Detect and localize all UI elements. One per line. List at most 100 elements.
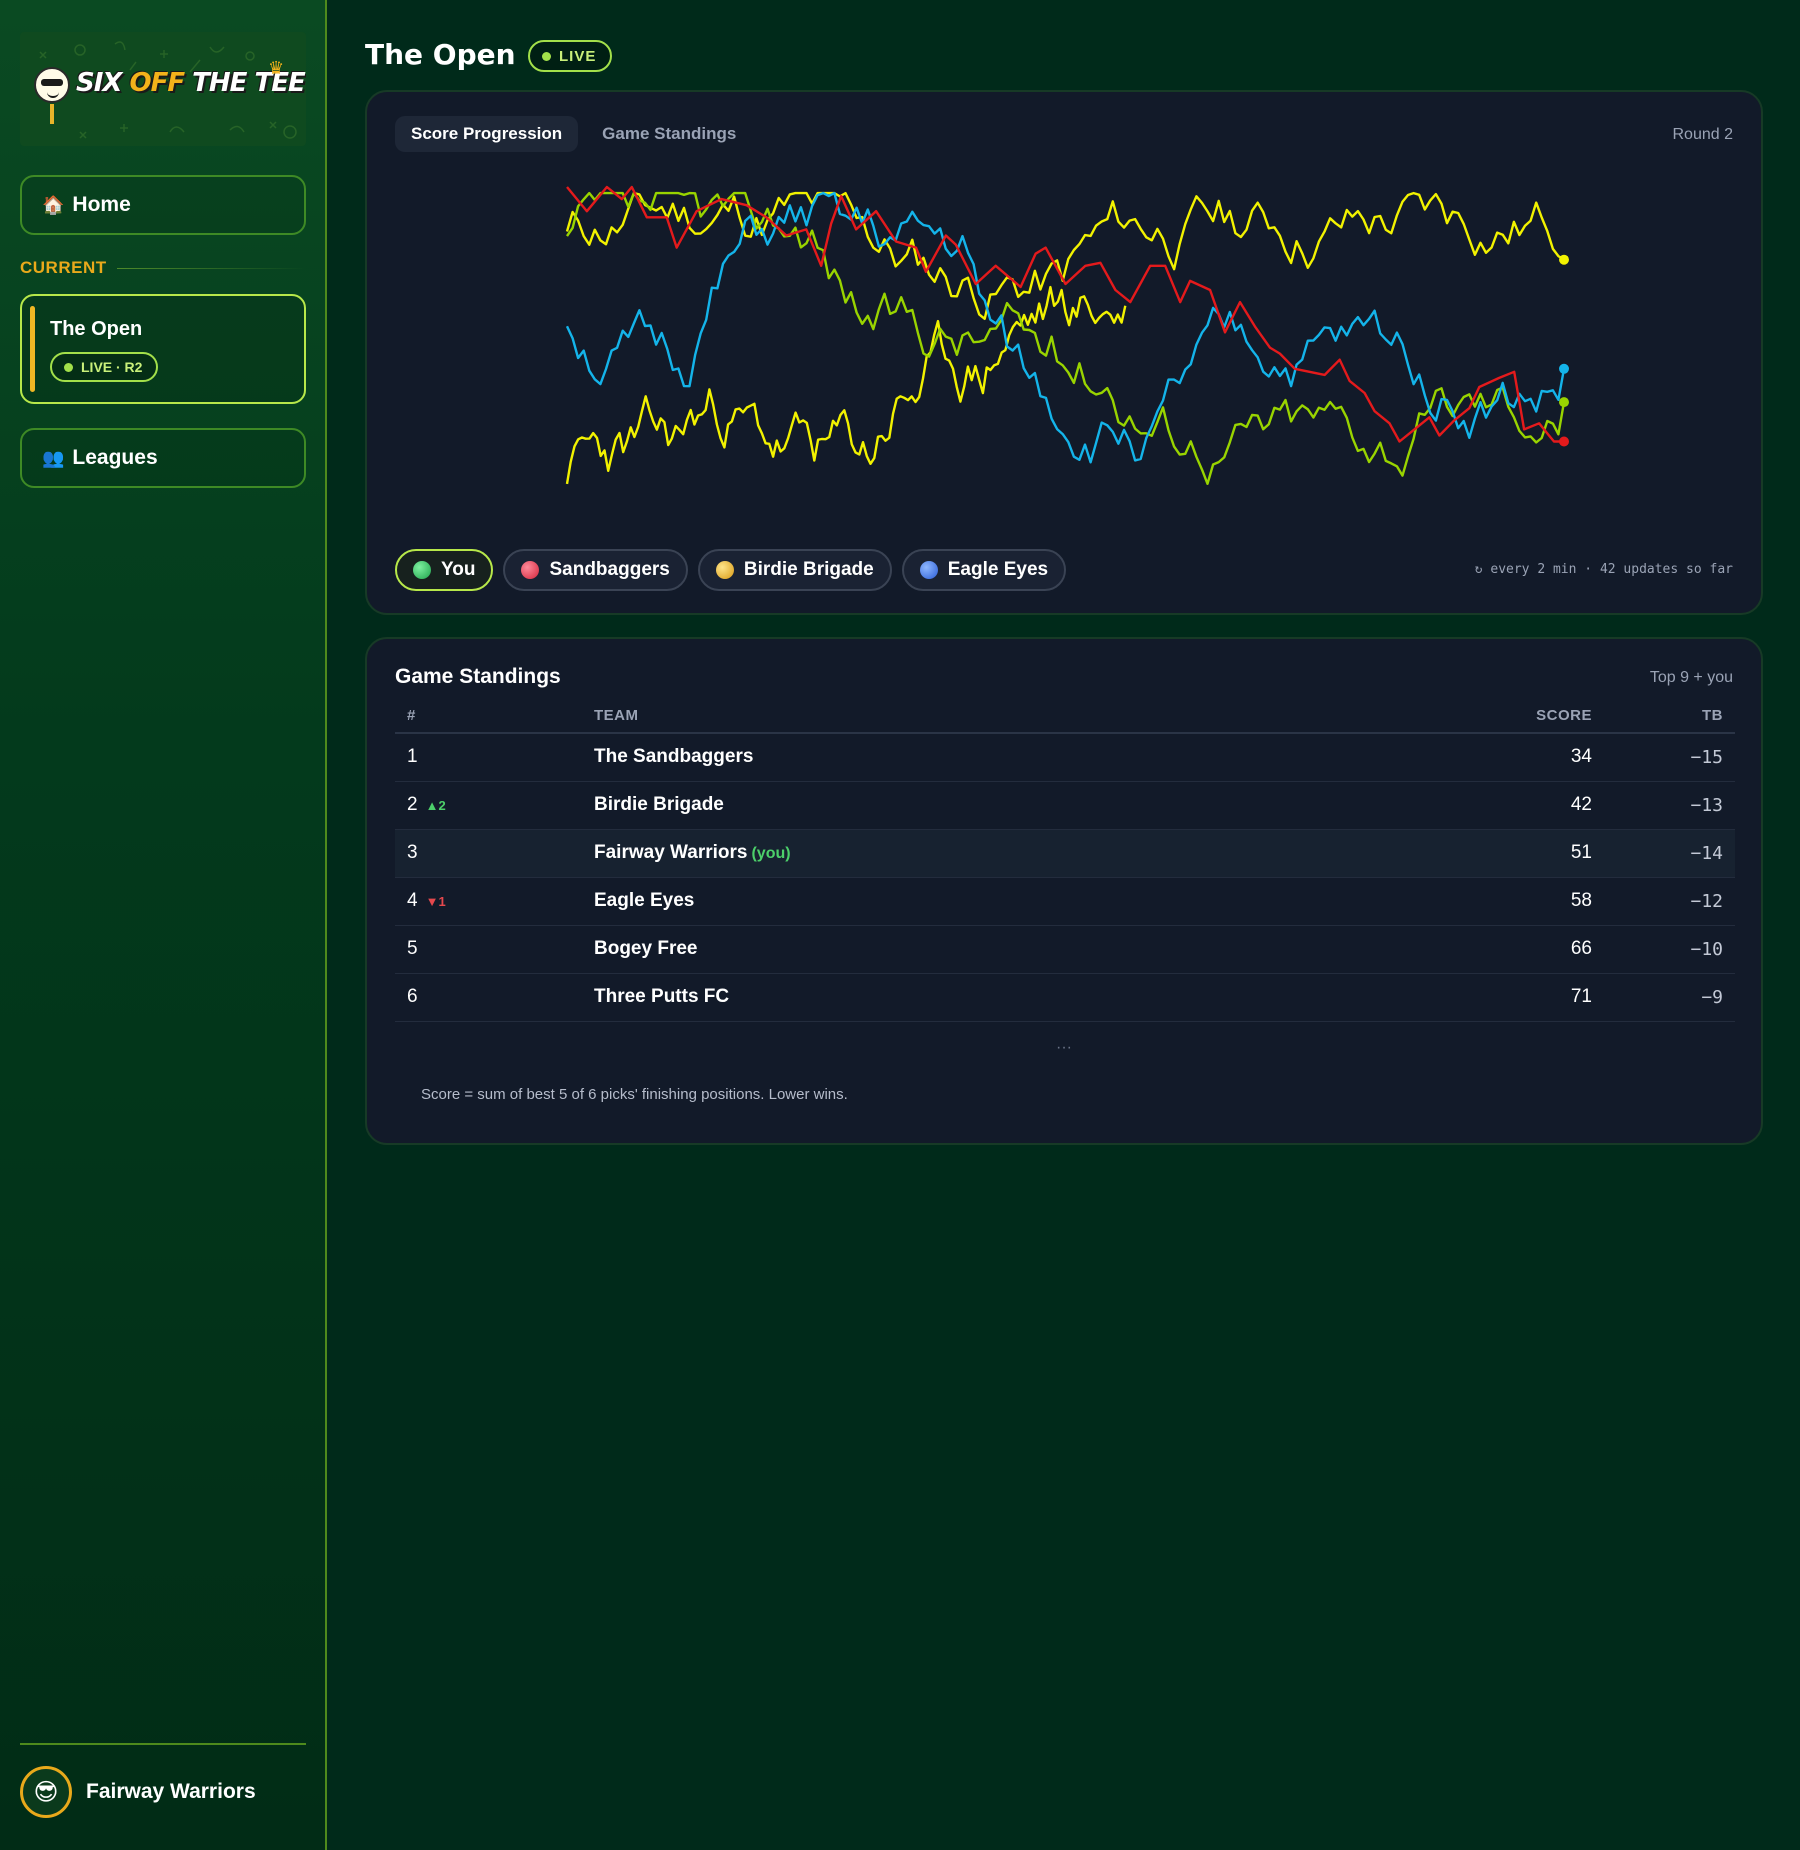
team-cell: Fairway Warriors (you)	[594, 829, 1294, 878]
legend-label-you: You	[441, 559, 476, 580]
nav-home-button[interactable]: 🏠 Home	[20, 175, 306, 235]
rank-change-badge: ▼1	[425, 894, 446, 909]
tiebreak-cell: −13	[1592, 781, 1735, 830]
update-frequency-text: ↻ every 2 min · 42 updates so far	[1474, 562, 1733, 577]
score-cell: 42	[1294, 781, 1592, 830]
team-name: Birdie Brigade	[594, 794, 724, 815]
series-end-point-yellow-top	[1559, 254, 1569, 265]
golfer-avatar-icon: 😎	[20, 1766, 72, 1818]
current-tournament-card[interactable]: The Open LIVE · R2	[20, 294, 306, 404]
score-cell: 58	[1294, 877, 1592, 926]
column-header-team[interactable]: TEAM	[594, 699, 1294, 734]
series-end-point-cyan	[1559, 363, 1569, 374]
rank-cell: 5	[395, 925, 594, 974]
nav-leagues-label: Leagues	[72, 446, 158, 469]
legend-chip-you[interactable]: You	[395, 549, 494, 591]
series-end-point-sandbaggers	[1559, 436, 1569, 447]
team-name: Three Putts FC	[594, 986, 730, 1007]
rank-value: 5	[407, 938, 418, 959]
team-cell: Bogey Free	[594, 925, 1294, 974]
team-name: Fairway Warriors	[594, 842, 748, 863]
game-standings-card: Game Standings Top 9 + you # TEAM SCORE …	[365, 637, 1763, 1145]
rank-cell: 2 ▲2	[395, 781, 594, 830]
table-header-row: # TEAM SCORE TB	[395, 699, 1735, 734]
live-status-badge: LIVE	[528, 40, 613, 72]
current-tournament-title: The Open	[50, 318, 143, 340]
score-cell: 51	[1294, 829, 1592, 878]
standings-table: # TEAM SCORE TB 1 The Sandbaggers 34 −15 2 ▲2…	[395, 699, 1735, 1022]
current-status-badge: LIVE · R2	[50, 352, 159, 382]
rank-cell: 1	[395, 733, 594, 782]
series-line-yellow-top	[565, 191, 1565, 321]
rank-change-badge: ▲2	[425, 798, 446, 813]
table-row[interactable]: 4 ▼1 Eagle Eyes 58 −12	[395, 877, 1735, 926]
section-divider	[116, 267, 306, 269]
people-icon: 👥	[42, 447, 65, 468]
rank-cell: 6	[395, 973, 594, 1022]
golf-ball-mascot-icon	[34, 67, 70, 103]
team-name: Bogey Free	[594, 938, 698, 959]
tee-icon	[50, 104, 54, 124]
live-dot-icon	[542, 51, 551, 61]
tiebreak-cell: −15	[1592, 733, 1735, 782]
column-header-rank[interactable]: #	[395, 699, 594, 734]
legend-chip-birdie-brigade[interactable]: Birdie Brigade	[697, 549, 892, 591]
legend-label-eagle-eyes: Eagle Eyes	[947, 559, 1049, 580]
rank-value: 6	[407, 986, 418, 1007]
house-icon: 🏠	[42, 194, 65, 215]
standings-title: Game Standings	[395, 665, 561, 688]
legend-swatch-you	[413, 561, 431, 579]
score-cell: 34	[1294, 733, 1592, 782]
tiebreak-cell: −9	[1592, 973, 1735, 1022]
scoring-footnote: Score = sum of best 5 of 6 picks' finish…	[421, 1086, 848, 1103]
current-status-text: LIVE · R2	[81, 359, 143, 375]
nav-leagues-button[interactable]: 👥 Leagues	[20, 428, 306, 488]
user-name: Fairway Warriors	[86, 1780, 256, 1803]
team-cell: Eagle Eyes	[594, 877, 1294, 926]
table-row[interactable]: 1 The Sandbaggers 34 −15	[395, 733, 1735, 782]
column-header-score[interactable]: SCORE	[1294, 699, 1592, 734]
table-row[interactable]: 5 Bogey Free 66 −10	[395, 925, 1735, 974]
rank-value: 2	[407, 794, 418, 815]
team-cell: Three Putts FC	[594, 973, 1294, 1022]
more-rows-ellipsis: ···	[1056, 1039, 1072, 1056]
card-accent-bar	[30, 306, 35, 392]
rank-value: 4	[407, 890, 418, 911]
score-progression-chart	[565, 185, 1569, 485]
score-cell: 66	[1294, 925, 1592, 974]
rank-cell: 3	[395, 829, 594, 878]
nav-home-label: Home	[72, 193, 131, 216]
column-header-tb[interactable]: TB	[1592, 699, 1735, 734]
team-name: The Sandbaggers	[594, 746, 754, 768]
series-line-lime	[566, 191, 1566, 485]
table-row[interactable]: 6 Three Putts FC 71 −9	[395, 973, 1735, 1022]
live-status-text: LIVE	[559, 47, 597, 65]
legend-swatch-sandbaggers	[521, 561, 540, 579]
legend-chip-eagle-eyes[interactable]: Eagle Eyes	[901, 549, 1067, 591]
legend-chip-sandbaggers[interactable]: Sandbaggers	[503, 549, 688, 591]
sidebar-divider	[20, 1743, 306, 1745]
standings-subtitle: Top 9 + you	[1649, 669, 1733, 686]
table-row[interactable]: 2 ▲2 Birdie Brigade 42 −13	[395, 781, 1735, 830]
series-end-point-lime	[1559, 397, 1569, 408]
live-dot-icon	[64, 362, 73, 372]
sidebar: SIX OFF THE TEE ♛ 🏠 Home CURRENT The Ope…	[0, 0, 327, 1850]
rank-value: 3	[407, 842, 418, 863]
legend-swatch-eagle-eyes	[919, 561, 938, 579]
tiebreak-cell: −10	[1592, 925, 1735, 974]
crown-icon: ♛	[268, 58, 285, 78]
brand-logo[interactable]: SIX OFF THE TEE ♛	[20, 32, 306, 146]
score-cell: 71	[1294, 973, 1592, 1022]
tiebreak-cell: −14	[1592, 829, 1735, 878]
you-tag: (you)	[751, 845, 791, 862]
legend-label-birdie-brigade: Birdie Brigade	[743, 559, 874, 580]
user-profile[interactable]: 😎 Fairway Warriors	[20, 1766, 256, 1818]
tiebreak-cell: −12	[1592, 877, 1735, 926]
chart-legend: You Sandbaggers Birdie Brigade Eagle Eye…	[395, 549, 1076, 591]
team-name: Eagle Eyes	[594, 890, 695, 911]
section-label-current: CURRENT	[20, 258, 306, 278]
score-progression-card: Score Progression Game Standings Round 2…	[365, 90, 1763, 615]
legend-label-sandbaggers: Sandbaggers	[549, 559, 670, 580]
table-row[interactable]: 3 Fairway Warriors (you) 51 −14	[395, 829, 1735, 878]
rank-value: 1	[407, 746, 418, 768]
